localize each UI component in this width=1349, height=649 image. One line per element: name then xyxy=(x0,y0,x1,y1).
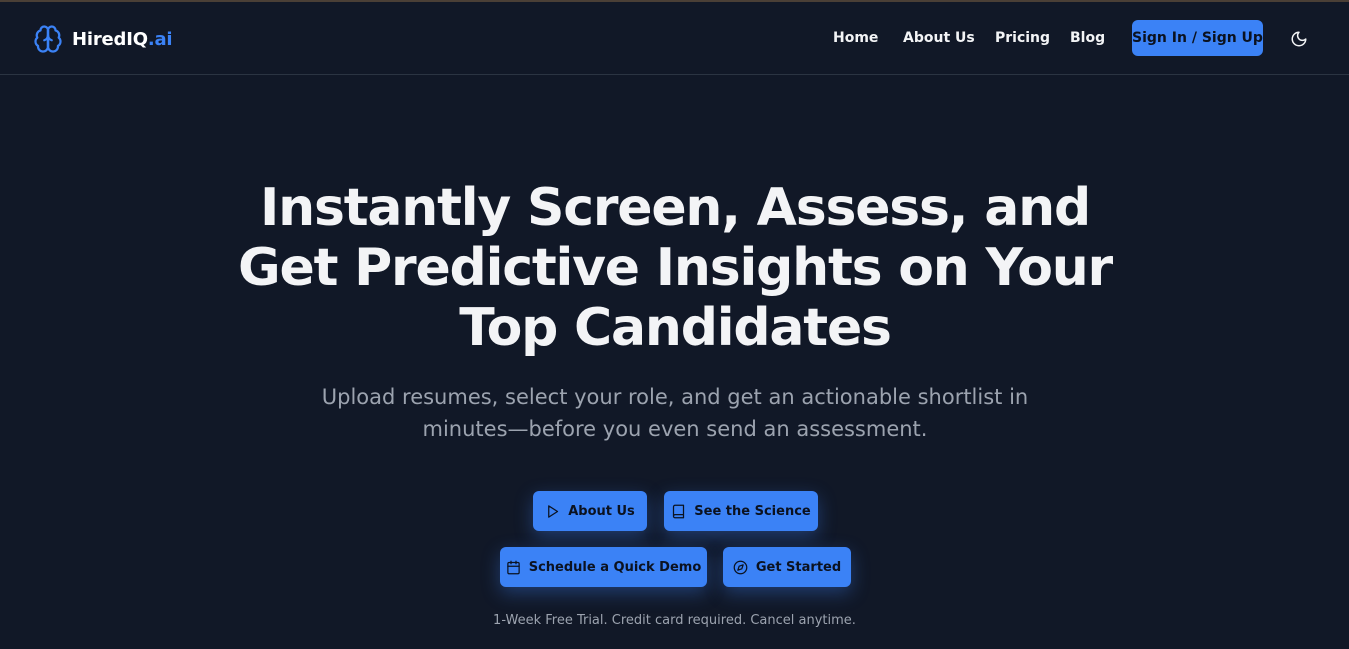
hero-subtitle: Upload resumes, select your role, and ge… xyxy=(321,385,1029,441)
moon-icon[interactable] xyxy=(1290,30,1308,48)
schedule-demo-button[interactable]: Schedule a Quick Demo xyxy=(500,547,707,587)
see-science-button[interactable]: See the Science xyxy=(664,491,818,531)
about-us-label: About Us xyxy=(568,503,635,519)
site-header: HiredIQ.ai Home About Us Pricing Blog Si… xyxy=(0,2,1349,75)
compass-icon xyxy=(733,560,748,574)
calendar-icon xyxy=(506,560,520,574)
schedule-demo-label: Schedule a Quick Demo xyxy=(528,559,702,575)
nav-pricing[interactable]: Pricing xyxy=(995,28,1050,48)
hero-title: Instantly Screen, Assess, and Get Predic… xyxy=(238,178,1113,358)
brand-logo[interactable]: HiredIQ.ai xyxy=(33,23,173,55)
brand-name: HiredIQ.ai xyxy=(72,28,173,50)
book-icon xyxy=(673,504,685,518)
nav-about-us[interactable]: About Us xyxy=(903,28,975,48)
nav-blog[interactable]: Blog xyxy=(1070,28,1105,48)
brand-suffix: .ai xyxy=(147,28,173,50)
play-icon xyxy=(548,504,559,518)
trial-note: 1-Week Free Trial. Credit card required.… xyxy=(493,613,856,628)
get-started-label: Get Started xyxy=(755,559,842,575)
see-science-label: See the Science xyxy=(694,503,811,519)
sign-in-button[interactable]: Sign In / Sign Up xyxy=(1132,20,1263,56)
about-us-button[interactable]: About Us xyxy=(533,491,647,531)
brain-icon xyxy=(34,25,62,53)
get-started-button[interactable]: Get Started xyxy=(723,547,851,587)
nav-home[interactable]: Home xyxy=(833,28,878,48)
